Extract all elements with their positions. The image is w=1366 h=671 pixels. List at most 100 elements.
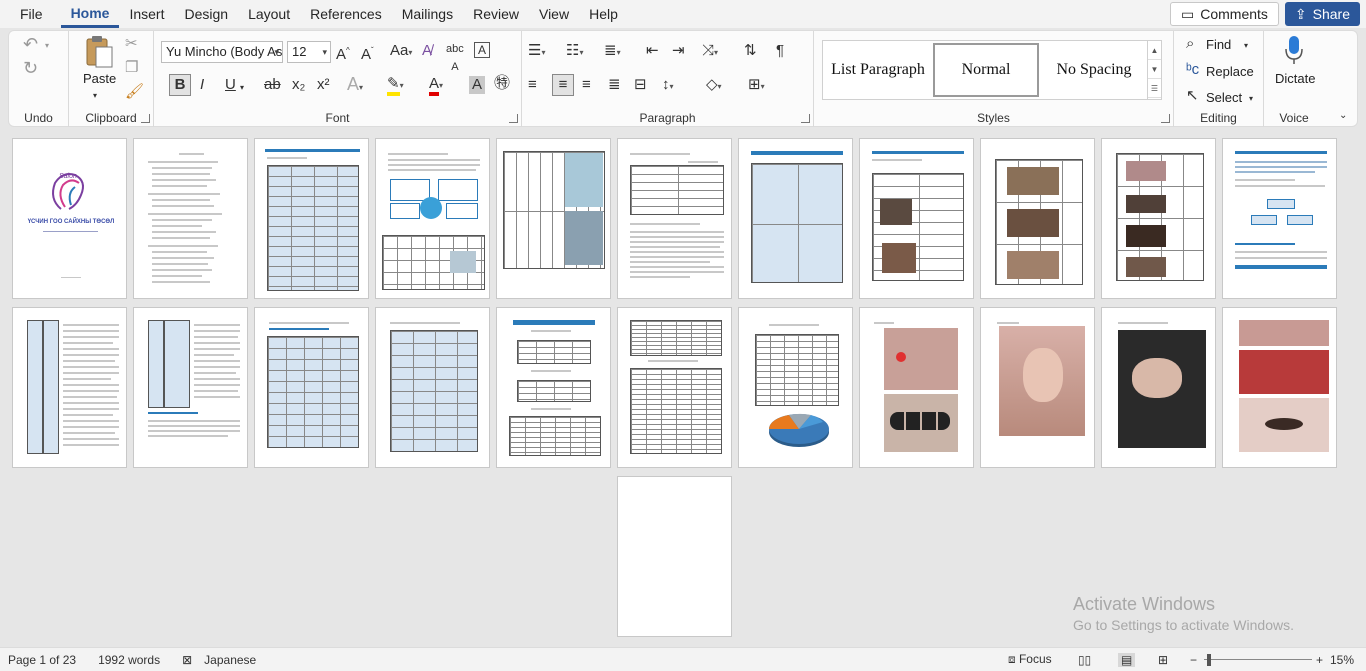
- tab-references[interactable]: References: [300, 0, 392, 28]
- read-mode-icon[interactable]: ▯▯: [1078, 653, 1091, 667]
- style-normal[interactable]: Normal: [933, 43, 1039, 97]
- distributed-icon[interactable]: ⊟: [634, 76, 647, 94]
- enclose-characters-icon[interactable]: ㊕: [494, 75, 510, 93]
- chevron-down-icon[interactable]: ▼: [1148, 60, 1161, 79]
- proofing-icon[interactable]: ⊠: [182, 653, 192, 667]
- web-layout-icon[interactable]: ⊞: [1158, 653, 1168, 667]
- align-right-icon[interactable]: ≡: [582, 76, 591, 94]
- page-thumbnail-12[interactable]: [12, 307, 127, 468]
- tab-design[interactable]: Design: [174, 0, 238, 28]
- undo-icon[interactable]: ↶: [23, 35, 38, 53]
- tab-home[interactable]: Home: [60, 0, 120, 28]
- zoom-slider-thumb[interactable]: [1207, 654, 1211, 666]
- highlight-color-icon[interactable]: ✎▾: [387, 75, 404, 96]
- page-thumbnail-2[interactable]: [133, 138, 248, 299]
- line-spacing-icon[interactable]: ↕▾: [662, 76, 674, 96]
- phonetic-guide-icon[interactable]: abc A: [446, 40, 464, 76]
- tab-insert[interactable]: Insert: [119, 0, 174, 28]
- font-color-icon[interactable]: A▾: [429, 75, 443, 96]
- text-direction-icon[interactable]: ⤨▾: [702, 42, 718, 62]
- more-styles-icon[interactable]: ☰: [1148, 79, 1161, 98]
- zoom-slider[interactable]: [1204, 659, 1312, 660]
- styles-launcher-icon[interactable]: [1161, 114, 1170, 123]
- paste-icon[interactable]: [83, 35, 115, 69]
- page-thumbnail-15[interactable]: [375, 307, 490, 468]
- cut-icon[interactable]: ✂: [125, 35, 138, 53]
- page-thumbnail-14[interactable]: [254, 307, 369, 468]
- page-thumbnail-16[interactable]: [496, 307, 611, 468]
- page-thumbnail-18[interactable]: [738, 307, 853, 468]
- collapse-ribbon-icon[interactable]: ⌄: [1339, 107, 1347, 125]
- cursor-icon[interactable]: ↖: [1186, 87, 1199, 105]
- microphone-icon[interactable]: [1284, 35, 1304, 65]
- italic-button[interactable]: I: [200, 76, 204, 94]
- zoom-out-icon[interactable]: −: [1190, 653, 1197, 667]
- page-thumbnail-8[interactable]: [859, 138, 974, 299]
- comments-button[interactable]: ▭ Comments: [1169, 2, 1279, 26]
- underline-dropdown-icon[interactable]: ▾: [240, 79, 244, 97]
- sort-icon[interactable]: ⇅: [744, 42, 757, 60]
- character-shading-icon[interactable]: A: [469, 76, 485, 94]
- find-button[interactable]: Find: [1206, 37, 1231, 52]
- format-painter-icon[interactable]: 🖌: [125, 83, 144, 101]
- dictate-button[interactable]: Dictate: [1275, 71, 1315, 86]
- select-button[interactable]: Select: [1206, 90, 1242, 105]
- replace-button[interactable]: Replace: [1206, 64, 1254, 79]
- tab-review[interactable]: Review: [463, 0, 529, 28]
- replace-icon[interactable]: ᵇc: [1186, 61, 1199, 79]
- style-no-spacing[interactable]: No Spacing: [1041, 43, 1147, 97]
- underline-button[interactable]: U: [225, 76, 236, 94]
- bold-button[interactable]: B: [169, 74, 191, 96]
- page-thumbnail-21[interactable]: [1101, 307, 1216, 468]
- justify-icon[interactable]: ≣: [608, 76, 621, 94]
- tab-view[interactable]: View: [529, 0, 579, 28]
- clear-formatting-icon[interactable]: A̸: [422, 42, 432, 60]
- tab-file[interactable]: File: [0, 0, 61, 28]
- font-size-box[interactable]: 12 ▾: [287, 41, 331, 63]
- search-icon[interactable]: ⌕: [1186, 35, 1194, 53]
- page-thumbnail-3[interactable]: [254, 138, 369, 299]
- tab-mailings[interactable]: Mailings: [392, 0, 463, 28]
- show-formatting-icon[interactable]: ¶: [776, 42, 784, 60]
- shading-icon[interactable]: ◇▾: [706, 76, 722, 96]
- grow-font-icon[interactable]: A^: [336, 42, 350, 64]
- paragraph-launcher-icon[interactable]: [801, 114, 810, 123]
- page-thumbnail-7[interactable]: [738, 138, 853, 299]
- tab-layout[interactable]: Layout: [238, 0, 300, 28]
- superscript-button[interactable]: x²: [317, 76, 330, 94]
- page-count[interactable]: Page 1 of 23: [8, 653, 76, 667]
- page-thumbnail-10[interactable]: [1101, 138, 1216, 299]
- find-dropdown-icon[interactable]: ▾: [1244, 37, 1248, 55]
- page-thumbnail-4[interactable]: [375, 138, 490, 299]
- copy-icon[interactable]: ❐: [125, 59, 138, 77]
- zoom-level[interactable]: 15%: [1330, 653, 1354, 667]
- select-dropdown-icon[interactable]: ▾: [1249, 90, 1253, 108]
- undo-dropdown-icon[interactable]: ▾: [45, 37, 49, 55]
- paste-label[interactable]: Paste: [83, 71, 116, 86]
- borders-icon[interactable]: ⊞▾: [748, 76, 765, 96]
- page-thumbnail-6[interactable]: [617, 138, 732, 299]
- page-thumbnail-17[interactable]: [617, 307, 732, 468]
- strikethrough-button[interactable]: ab: [264, 76, 281, 94]
- font-launcher-icon[interactable]: [509, 114, 518, 123]
- paste-dropdown-icon[interactable]: ▾: [93, 87, 97, 105]
- chevron-up-icon[interactable]: ▲: [1148, 41, 1161, 60]
- page-thumbnail-20[interactable]: [980, 307, 1095, 468]
- language-indicator[interactable]: Japanese: [204, 653, 256, 667]
- bullets-icon[interactable]: ☰▾: [528, 42, 545, 62]
- align-center-icon[interactable]: ≡: [552, 74, 574, 96]
- page-thumbnail-22[interactable]: [1222, 307, 1337, 468]
- page-thumbnail-23[interactable]: [617, 476, 732, 637]
- style-list-paragraph[interactable]: List Paragraph: [825, 43, 931, 97]
- font-name-box[interactable]: Yu Mincho (Body As ▾: [161, 41, 283, 63]
- page-thumbnail-9[interactable]: [980, 138, 1095, 299]
- subscript-button[interactable]: x₂: [292, 76, 305, 94]
- change-case-icon[interactable]: Aa▾: [390, 42, 412, 62]
- increase-indent-icon[interactable]: ⇥: [672, 42, 685, 60]
- page-thumbnail-11[interactable]: [1222, 138, 1337, 299]
- share-button[interactable]: ⇪ Share: [1284, 2, 1360, 26]
- page-thumbnail-5[interactable]: [496, 138, 611, 299]
- word-count[interactable]: 1992 words: [98, 653, 160, 667]
- numbering-icon[interactable]: ☷▾: [566, 42, 583, 62]
- character-border-icon[interactable]: A: [474, 42, 490, 58]
